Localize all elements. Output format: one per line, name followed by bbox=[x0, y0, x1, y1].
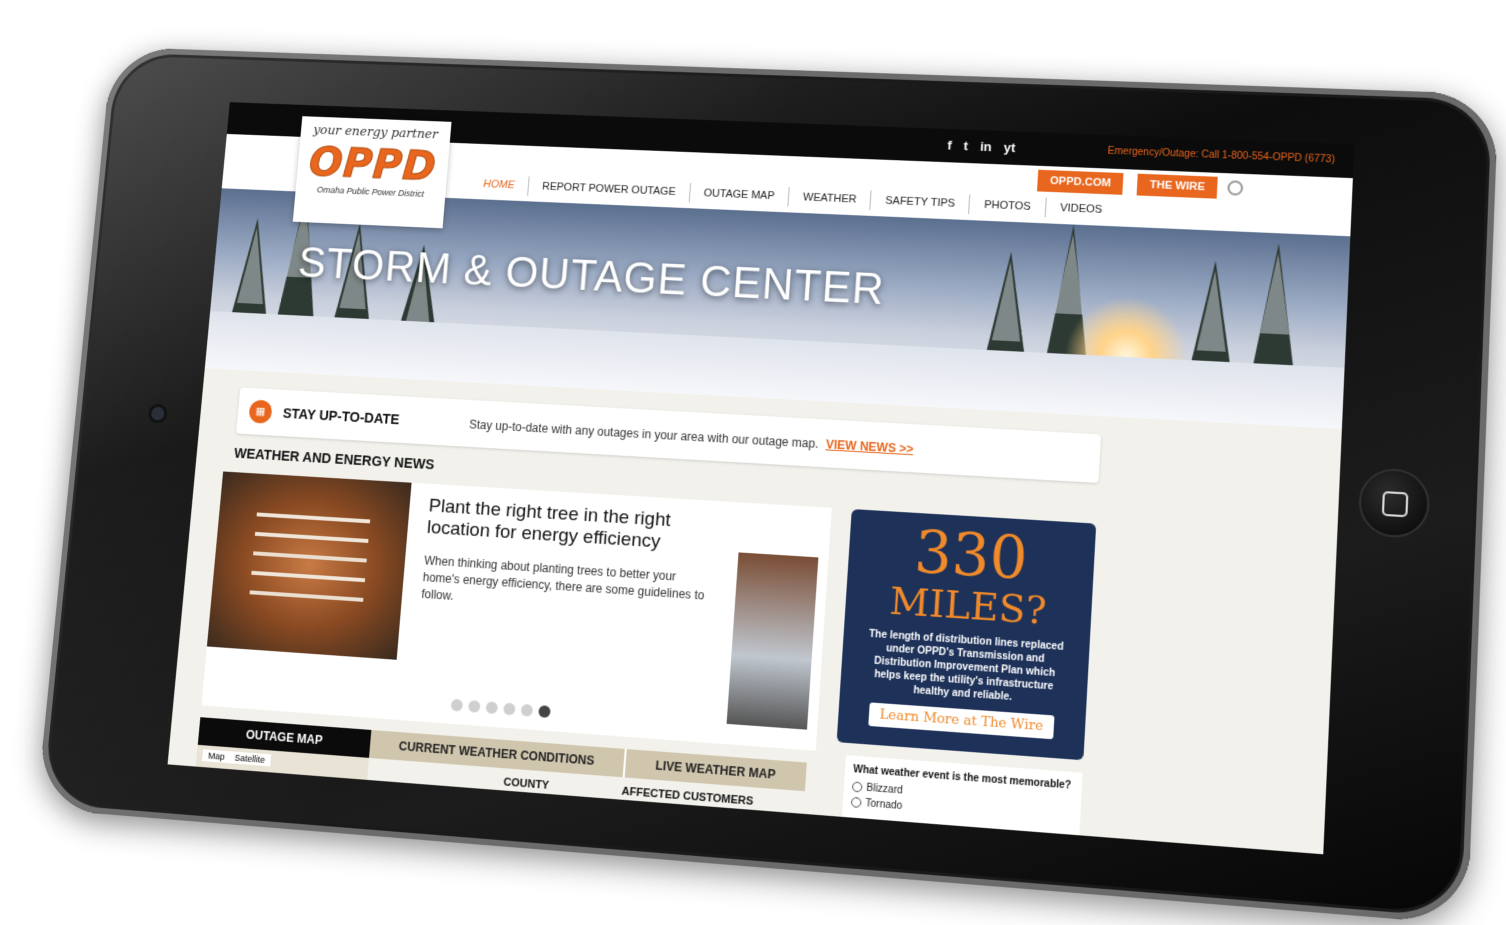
carousel-dot[interactable] bbox=[503, 702, 516, 716]
poll-option-label: Blizzard bbox=[865, 782, 904, 797]
tree-bark-photo bbox=[206, 471, 412, 660]
weather-poll: What weather event is the most memorable… bbox=[841, 755, 1083, 836]
the-wire-button[interactable]: THE WIRE bbox=[1136, 173, 1218, 199]
news-body: When thinking about planting trees to be… bbox=[420, 553, 705, 603]
radio-icon[interactable] bbox=[850, 797, 862, 809]
nav-report-power-outage[interactable]: REPORT POWER OUTAGE bbox=[528, 176, 691, 203]
carousel-dot[interactable] bbox=[520, 703, 534, 717]
twitter-icon[interactable]: t bbox=[963, 138, 968, 153]
stay-text: Stay up-to-date with any outages in your… bbox=[469, 418, 914, 457]
carousel-dot[interactable] bbox=[468, 700, 481, 713]
news-carousel: Plant the right tree in the right locati… bbox=[201, 471, 832, 751]
nav-videos[interactable]: VIDEOS bbox=[1045, 198, 1117, 221]
carousel-dots bbox=[450, 698, 551, 719]
poll-option-label: Tornado bbox=[864, 797, 903, 813]
nav-photos[interactable]: PHOTOS bbox=[969, 194, 1047, 218]
carousel-dot[interactable] bbox=[450, 698, 464, 712]
youtube-icon[interactable]: yt bbox=[1003, 140, 1015, 155]
radio-icon[interactable] bbox=[851, 781, 863, 793]
hero-title: STORM & OUTAGE CENTER bbox=[296, 239, 887, 315]
camera-icon bbox=[150, 406, 165, 421]
carousel-dot[interactable] bbox=[485, 701, 499, 715]
social-links: f t in yt bbox=[947, 138, 1016, 155]
promo-box: 330 MILES? The length of distribution li… bbox=[836, 509, 1097, 761]
stay-message: Stay up-to-date with any outages in your… bbox=[468, 417, 819, 451]
logo-wordmark: OPPD bbox=[307, 138, 439, 191]
browser-screen: f t in yt Emergency/Outage: Call 1-800-5… bbox=[167, 102, 1355, 855]
nav-home[interactable]: HOME bbox=[469, 174, 530, 196]
stay-title: STAY UP-TO-DATE bbox=[282, 405, 401, 428]
column-county: COUNTY bbox=[503, 776, 550, 792]
carousel-dot-active[interactable] bbox=[538, 705, 551, 719]
oppd-logo[interactable]: your energy partner OPPD Omaha Public Po… bbox=[292, 116, 452, 229]
nav-outage-map[interactable]: OUTAGE MAP bbox=[689, 183, 790, 207]
view-news-link[interactable]: VIEW NEWS >> bbox=[825, 437, 914, 456]
tab-live-weather-map[interactable]: LIVE WEATHER MAP bbox=[622, 748, 807, 792]
home-square-icon bbox=[1381, 491, 1409, 518]
nav-safety-tips[interactable]: SAFETY TIPS bbox=[870, 190, 971, 215]
facebook-icon[interactable]: f bbox=[947, 138, 952, 153]
linkedin-icon[interactable]: in bbox=[980, 139, 992, 154]
header-buttons: OPPD.COM THE WIRE bbox=[1037, 169, 1218, 199]
calendar-icon: ▦ bbox=[248, 399, 273, 424]
next-slide-thumbnail[interactable] bbox=[726, 552, 819, 730]
home-button[interactable] bbox=[1359, 469, 1429, 538]
oppd-com-button[interactable]: OPPD.COM bbox=[1037, 169, 1124, 195]
emergency-phone[interactable]: Emergency/Outage: Call 1-800-554-OPPD (6… bbox=[1107, 146, 1335, 166]
nav-weather[interactable]: WEATHER bbox=[788, 187, 873, 211]
learn-more-button[interactable]: Learn More at The Wire bbox=[868, 702, 1055, 740]
map-tab-satellite[interactable]: Satellite bbox=[234, 753, 265, 765]
news-title[interactable]: Plant the right tree in the right locati… bbox=[426, 496, 721, 558]
column-affected-customers: AFFECTED CUSTOMERS bbox=[621, 785, 754, 808]
news-heading: WEATHER AND ENERGY NEWS bbox=[233, 445, 435, 473]
search-icon[interactable] bbox=[1227, 180, 1244, 196]
promo-text: The length of distribution lines replace… bbox=[868, 628, 1064, 704]
tablet-device: f t in yt Emergency/Outage: Call 1-800-5… bbox=[36, 46, 1499, 925]
map-type-toggle[interactable]: Map Satellite bbox=[201, 749, 272, 767]
map-tab-map[interactable]: Map bbox=[208, 751, 225, 762]
tab-current-weather[interactable]: CURRENT WEATHER CONDITIONS bbox=[368, 729, 625, 778]
